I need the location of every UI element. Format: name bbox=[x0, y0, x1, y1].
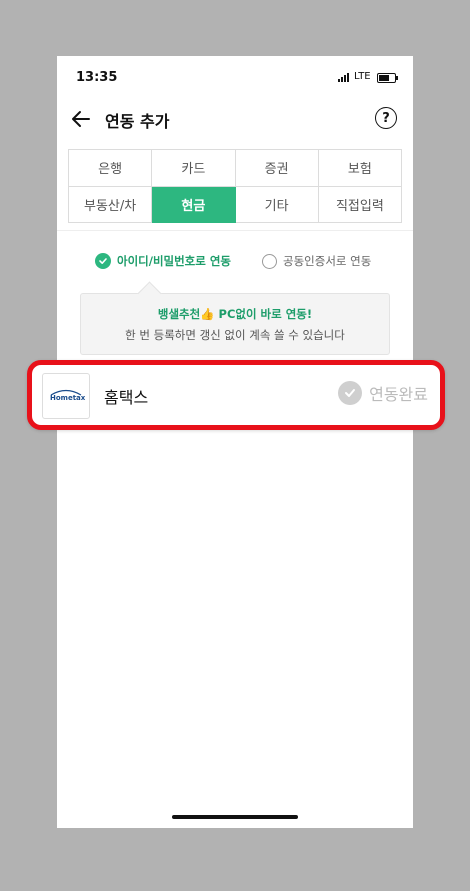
linked-status: 연동완료 bbox=[338, 381, 428, 405]
category-tabs: 은행 카드 증권 보험부동산/차 현금 기타 직접입력 bbox=[68, 149, 402, 223]
check-circle-icon bbox=[95, 253, 111, 269]
network-label: LTE bbox=[354, 71, 371, 82]
page-title: 연동 추가 bbox=[105, 112, 170, 131]
tip-bubble: 뱅샐추천👍 PC없이 바로 연동! 한 번 등록하면 갱신 없이 계속 쓸 수 … bbox=[80, 293, 390, 355]
tab-6[interactable]: 기타 bbox=[235, 186, 319, 223]
hometax-row[interactable]: Hometax 홈택스 연동완료 bbox=[27, 360, 445, 430]
option-certificate[interactable]: 공동인증서로 연동 bbox=[262, 253, 371, 269]
hometax-logo-text: Hometax bbox=[50, 394, 86, 402]
tip-headline: 뱅샐추천👍 PC없이 바로 연동! bbox=[157, 307, 313, 321]
link-method-options: 아이디/비밀번호로 연동 공동인증서로 연동 bbox=[57, 253, 413, 275]
tab-7[interactable]: 직접입력 bbox=[318, 186, 402, 223]
back-arrow-icon[interactable] bbox=[69, 107, 93, 131]
option-certificate-label: 공동인증서로 연동 bbox=[283, 254, 372, 268]
tab-0[interactable]: 은행 bbox=[69, 150, 153, 187]
help-icon[interactable]: ? bbox=[375, 107, 397, 129]
check-circle-icon bbox=[338, 381, 363, 405]
tab-1[interactable]: 카드 bbox=[152, 150, 236, 187]
status-time: 13:35 bbox=[76, 70, 118, 85]
signal-icon bbox=[338, 73, 349, 82]
phone-screen: 13:35 LTE 연동 추가 ? 은행 카드 증권 보험 부동산/차 현금 기타 직접입력 … bbox=[57, 56, 413, 828]
option-id-password[interactable]: 아이디/비밀번호로 연동 bbox=[95, 253, 231, 269]
tip-description: 한 번 등록하면 갱신 없이 계속 쓸 수 있습니다 bbox=[125, 328, 345, 342]
tab-3[interactable]: 보험 bbox=[318, 150, 402, 187]
hometax-name: 홈택스 bbox=[104, 388, 149, 407]
header: 연동 추가 ? bbox=[57, 100, 413, 148]
hometax-logo: Hometax bbox=[42, 373, 90, 419]
battery-icon bbox=[377, 73, 398, 83]
tab-4[interactable]: 부동산/차 bbox=[69, 186, 153, 223]
radio-empty-icon bbox=[262, 253, 277, 269]
option-id-password-label: 아이디/비밀번호로 연동 bbox=[117, 254, 232, 268]
linked-status-label: 연동완료 bbox=[369, 385, 428, 404]
tab-5[interactable]: 현금 bbox=[152, 186, 236, 223]
status-bar: 13:35 LTE bbox=[57, 56, 413, 100]
home-indicator bbox=[172, 815, 298, 819]
divider bbox=[57, 230, 413, 231]
tab-2[interactable]: 증권 bbox=[235, 150, 319, 187]
